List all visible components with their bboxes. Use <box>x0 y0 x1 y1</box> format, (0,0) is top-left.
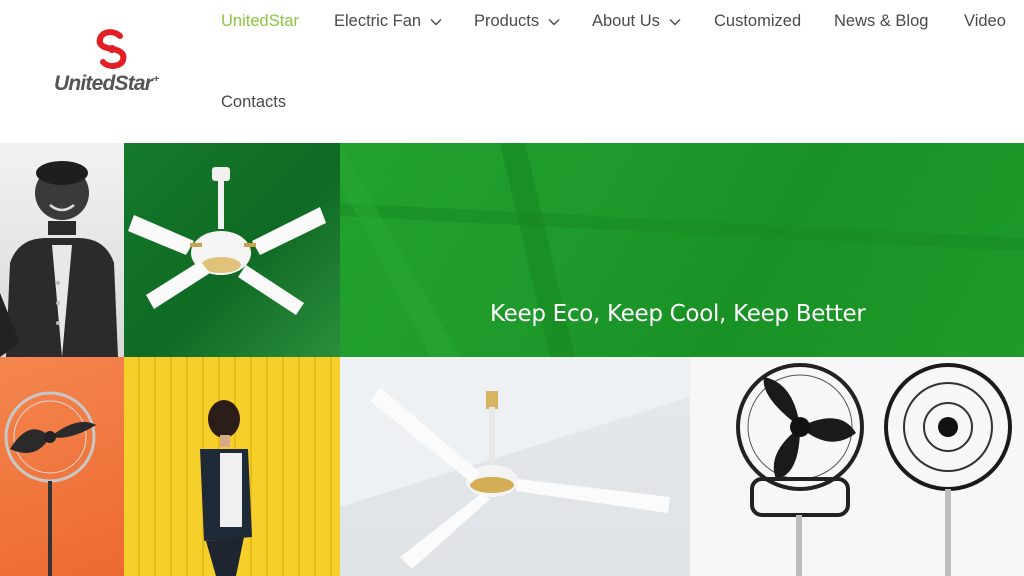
nav-item-products[interactable]: Products <box>474 12 560 31</box>
ceiling-fan-illustration <box>128 167 326 315</box>
stand-fans-illustration <box>736 363 1012 576</box>
main-navigation: UnitedStar Electric Fan Products About U… <box>221 0 1024 143</box>
nav-item-contacts[interactable]: Contacts <box>221 93 286 112</box>
three-blade-ceiling-fan-photo <box>340 357 690 576</box>
nav-item-news-blog[interactable]: News & Blog <box>834 12 928 31</box>
stand-fan-illustration <box>4 391 96 576</box>
chevron-down-icon <box>430 18 442 25</box>
banner-slogan: Keep Eco, Keep Cool, Keep Better <box>490 301 866 327</box>
nav-item-about-us[interactable]: About Us <box>592 12 681 31</box>
site-header: UnitedStar+ UnitedStar Electric Fan Prod… <box>0 0 1024 143</box>
nav-item-unitedstar[interactable]: UnitedStar <box>221 12 299 31</box>
chevron-down-icon <box>669 18 681 25</box>
slogan-banner: Keep Eco, Keep Cool, Keep Better <box>340 143 1024 357</box>
black-stand-fans-photo <box>690 357 1024 576</box>
four-blade-ceiling-fan-photo <box>124 143 340 357</box>
logo-wordmark: UnitedStar+ <box>54 72 159 95</box>
unitedstar-logo[interactable]: UnitedStar+ <box>52 28 177 98</box>
boy-illustration <box>0 161 118 357</box>
nav-item-video[interactable]: Video <box>964 12 1006 31</box>
stand-fan-orange-photo <box>0 357 124 576</box>
ceiling-fan-3-illustration <box>340 357 690 569</box>
woman-yellow-wall-photo <box>124 357 340 576</box>
chevron-down-icon <box>548 18 560 25</box>
hero-banner[interactable]: Keep Eco, Keep Cool, Keep Better <box>0 143 1024 576</box>
nav-item-electric-fan[interactable]: Electric Fan <box>334 12 442 31</box>
nav-item-customized[interactable]: Customized <box>714 12 801 31</box>
boy-photo <box>0 143 124 357</box>
logo-mark-icon <box>96 29 127 69</box>
woman-illustration <box>200 400 252 576</box>
